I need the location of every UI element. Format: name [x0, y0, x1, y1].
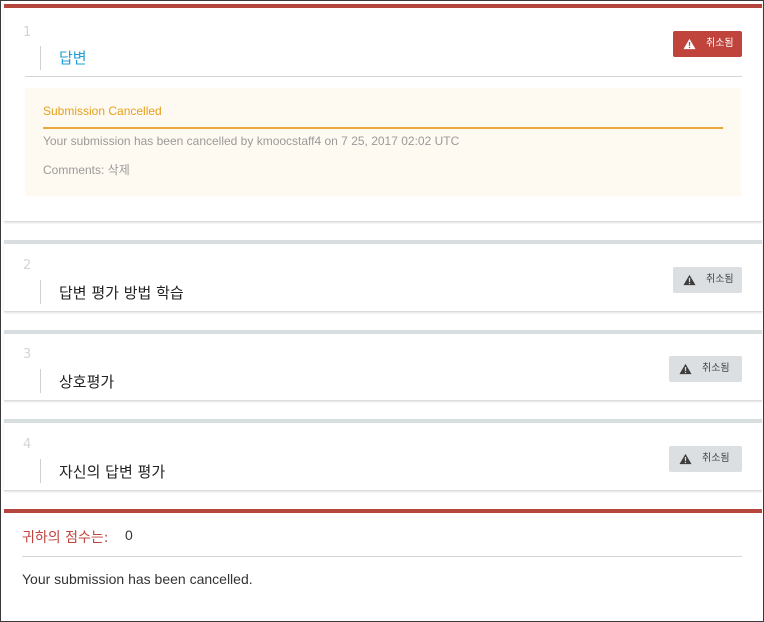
warning-triangle-icon [683, 274, 696, 286]
step-number: 1 [23, 25, 32, 40]
step-peer-assessment: 3 상호평가 취소됨 [4, 330, 762, 401]
step-divider [25, 76, 742, 77]
step-self-assessment: 4 자신의 답변 평가 취소됨 [4, 419, 762, 491]
grade-divider [22, 556, 742, 557]
step-response: 1 답변 취소됨 Submission Cancelled Your submi… [4, 4, 762, 222]
step-number: 2 [23, 258, 32, 273]
step-title: 자신의 답변 평가 [59, 463, 166, 481]
step-marker [40, 369, 41, 393]
status-badge-cancelled: 취소됨 [669, 446, 742, 472]
status-label: 취소됨 [702, 363, 730, 374]
step-title: 답변 평가 방법 학습 [59, 284, 184, 302]
cancellation-notice: Submission Cancelled Your submission has… [25, 88, 741, 196]
status-badge-cancelled: 취소됨 [669, 356, 742, 382]
grade-message: Your submission has been cancelled. [22, 571, 253, 587]
cancellation-comments: Comments: 삭제 [43, 163, 130, 177]
status-label: 취소됨 [706, 38, 734, 49]
step-title-link[interactable]: 답변 [59, 47, 87, 68]
grade-section: 귀하의 점수는: 0 Your submission has been canc… [4, 509, 762, 619]
cancellation-message: Your submission has been cancelled by km… [43, 134, 460, 148]
status-label: 취소됨 [706, 274, 734, 285]
warning-triangle-icon [683, 38, 696, 50]
step-number: 3 [23, 347, 32, 362]
warning-triangle-icon [679, 363, 692, 375]
cancellation-title: Submission Cancelled [43, 104, 162, 118]
warning-triangle-icon [679, 453, 692, 465]
grade-label: 귀하의 점수는: [22, 530, 109, 546]
step-marker [40, 46, 41, 70]
step-marker [40, 459, 41, 483]
assessment-panel: 1 답변 취소됨 Submission Cancelled Your submi… [0, 0, 764, 622]
step-number: 4 [23, 437, 32, 452]
status-label: 취소됨 [702, 453, 730, 464]
step-marker [40, 280, 41, 304]
step-training: 2 답변 평가 방법 학습 취소됨 [4, 240, 762, 312]
cancellation-rule [43, 127, 723, 129]
status-badge-cancelled: 취소됨 [673, 31, 742, 57]
status-badge-cancelled: 취소됨 [673, 267, 742, 293]
step-title: 상호평가 [59, 373, 115, 391]
grade-value: 0 [125, 527, 133, 543]
